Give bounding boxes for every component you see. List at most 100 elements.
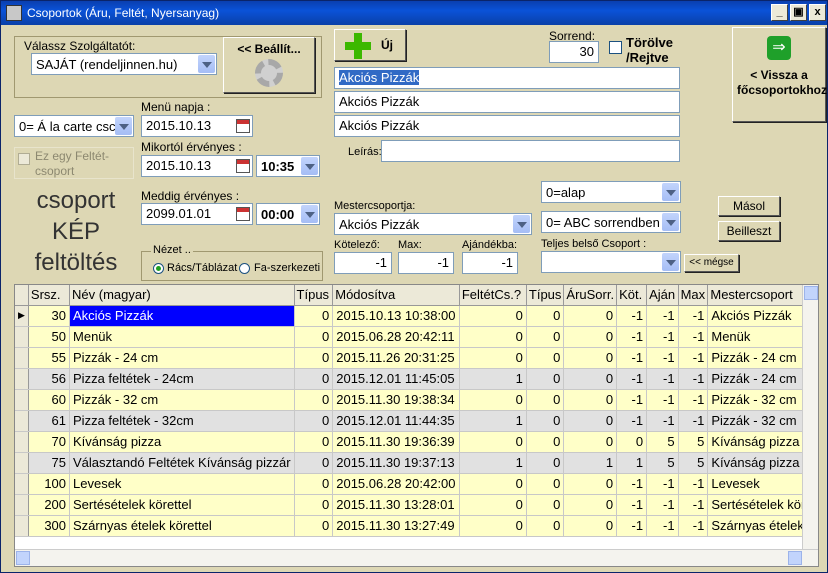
cell-name[interactable]: Pizza feltétek - 24cm [69,368,295,390]
cell-modified[interactable]: 2015.11.26 20:31:25 [332,347,460,369]
cell-offer[interactable]: -1 [646,473,679,495]
table-row[interactable]: 200 Sertésételek körettel 0 2015.11.30 13:2… [15,494,818,516]
view-grid-radio[interactable] [153,263,164,274]
cell-max[interactable]: -1 [678,326,709,348]
cell-item-order[interactable]: 0 [563,305,618,327]
cell-item-order[interactable]: 0 [563,368,618,390]
cell-extra-group[interactable]: 0 [459,305,527,327]
cell-modified[interactable]: 2015.11.30 13:28:01 [332,494,460,516]
calendar-icon[interactable] [236,119,250,133]
back-button[interactable]: ⇒ < Vissza a főcsoportokhoz [732,27,827,122]
cell-type2[interactable]: 0 [526,347,565,369]
paste-button[interactable]: Beilleszt [718,221,780,241]
cell-modified[interactable]: 2015.06.28 20:42:00 [332,473,460,495]
cell-type2[interactable]: 0 [526,473,565,495]
column-header-item-order[interactable]: ÁruSorr. [563,285,618,306]
cell-required[interactable]: -1 [616,347,648,369]
cell-max[interactable]: -1 [678,515,709,537]
new-button[interactable]: Új [334,29,406,61]
row-indicator[interactable] [15,431,29,453]
column-header-srsz[interactable]: Srsz. [28,285,71,306]
gift-input[interactable]: -1 [462,252,518,274]
cell-type2[interactable]: 0 [526,431,565,453]
cell-type[interactable]: 0 [294,389,334,411]
table-row[interactable]: 70 Kívánság pizza 0 2015.11.30 19:36:39 0 0 0 0… [15,431,818,453]
cell-offer[interactable]: -1 [646,515,679,537]
cell-name[interactable]: Pizzák - 32 cm [69,389,295,411]
row-indicator[interactable] [15,452,29,474]
cell-srsz[interactable]: 60 [28,389,71,411]
cell-item-order[interactable]: 0 [563,473,618,495]
cell-item-order[interactable]: 0 [563,494,618,516]
sorrend-input[interactable]: 30 [549,41,599,63]
cell-type2[interactable]: 0 [526,368,565,390]
cell-max[interactable]: -1 [678,389,709,411]
cell-max[interactable]: -1 [678,347,709,369]
cell-srsz[interactable]: 300 [28,515,71,537]
cell-offer[interactable]: -1 [646,368,679,390]
cell-srsz[interactable]: 75 [28,452,71,474]
column-header-max[interactable]: Max [678,285,709,306]
row-indicator[interactable] [15,368,29,390]
row-indicator[interactable] [15,515,29,537]
column-header-name[interactable]: Név (magyar) [69,285,295,306]
cell-type[interactable]: 0 [294,494,334,516]
cell-item-order[interactable]: 0 [563,515,618,537]
cell-type2[interactable]: 0 [526,452,565,474]
cell-modified[interactable]: 2015.12.01 11:44:35 [332,410,460,432]
cell-name[interactable]: Sertésételek körettel [69,494,295,516]
column-header-required[interactable]: Köt. [616,285,648,306]
cell-max[interactable]: -1 [678,305,709,327]
column-header-type[interactable]: Típus [294,285,334,306]
title-bar[interactable]: Csoportok (Áru, Feltét, Nyersanyag) _ ▣ … [1,1,827,25]
table-row[interactable]: 50 Menük 0 2015.06.28 20:42:11 0 0 0 -1 -1 -1 Menü… [15,326,818,348]
row-indicator[interactable]: ▶ [15,305,29,327]
table-row[interactable]: ▶ 30 Akciós Pizzák 0 2015.10.13 10:38:00 0 0 0-… [15,305,818,327]
copy-button[interactable]: Másol [718,196,780,216]
cell-offer[interactable]: -1 [646,389,679,411]
cell-modified[interactable]: 2015.11.30 19:36:39 [332,431,460,453]
cell-extra-group[interactable]: 1 [459,452,527,474]
groups-grid[interactable]: Srsz. Név (magyar) Típus Módosítva FeltétCs.… [14,284,819,567]
inner-group-select[interactable] [541,251,681,273]
cell-max[interactable]: 5 [678,452,709,474]
settings-button[interactable]: << Beállít... [223,37,315,93]
menu-type-select[interactable]: 0= Á la carte csc [14,115,134,137]
cell-max[interactable]: -1 [678,410,709,432]
cell-srsz[interactable]: 50 [28,326,71,348]
horizontal-scrollbar[interactable] [15,549,818,566]
deleted-checkbox[interactable] [609,41,622,54]
scroll-left-button[interactable] [16,551,30,565]
cell-type2[interactable]: 0 [526,389,565,411]
cell-type2[interactable]: 0 [526,326,565,348]
cell-required[interactable]: -1 [616,515,648,537]
cell-type[interactable]: 0 [294,452,334,474]
cell-srsz[interactable]: 30 [28,305,71,327]
cell-srsz[interactable]: 100 [28,473,71,495]
minimize-button[interactable]: _ [771,4,788,21]
cell-type2[interactable]: 0 [526,494,565,516]
image-upload[interactable]: csoport KÉP feltöltés [21,185,131,278]
cell-name[interactable]: Akciós Pizzák [69,305,295,327]
cell-required[interactable]: 0 [616,431,648,453]
cell-type[interactable]: 0 [294,515,334,537]
cell-item-order[interactable]: 0 [563,326,618,348]
row-indicator[interactable] [15,410,29,432]
cell-modified[interactable]: 2015.11.30 19:37:13 [332,452,460,474]
table-row[interactable]: 100 Levesek 0 2015.06.28 20:42:00 0 0 0 -1 -1 -1 L… [15,473,818,495]
cell-type2[interactable]: 0 [526,515,565,537]
extra-group-checkbox[interactable] [18,153,30,165]
cell-name[interactable]: Kívánság pizza [69,431,295,453]
name-input-1[interactable]: Akciós Pizzák [334,67,680,89]
name-input-2[interactable]: Akciós Pizzák [334,91,680,113]
cell-offer[interactable]: -1 [646,410,679,432]
cell-max[interactable]: 5 [678,431,709,453]
cell-name[interactable]: Levesek [69,473,295,495]
cancel-button[interactable]: << mégse [684,254,739,272]
max-input[interactable]: -1 [398,252,454,274]
menu-day-input[interactable]: 2015.10.13 [141,115,253,137]
cell-modified[interactable]: 2015.06.28 20:42:11 [332,326,460,348]
table-row[interactable]: 60 Pizzák - 32 cm 0 2015.11.30 19:38:34 0 0 0-… [15,389,818,411]
row-indicator[interactable] [15,494,29,516]
cell-item-order[interactable]: 0 [563,389,618,411]
